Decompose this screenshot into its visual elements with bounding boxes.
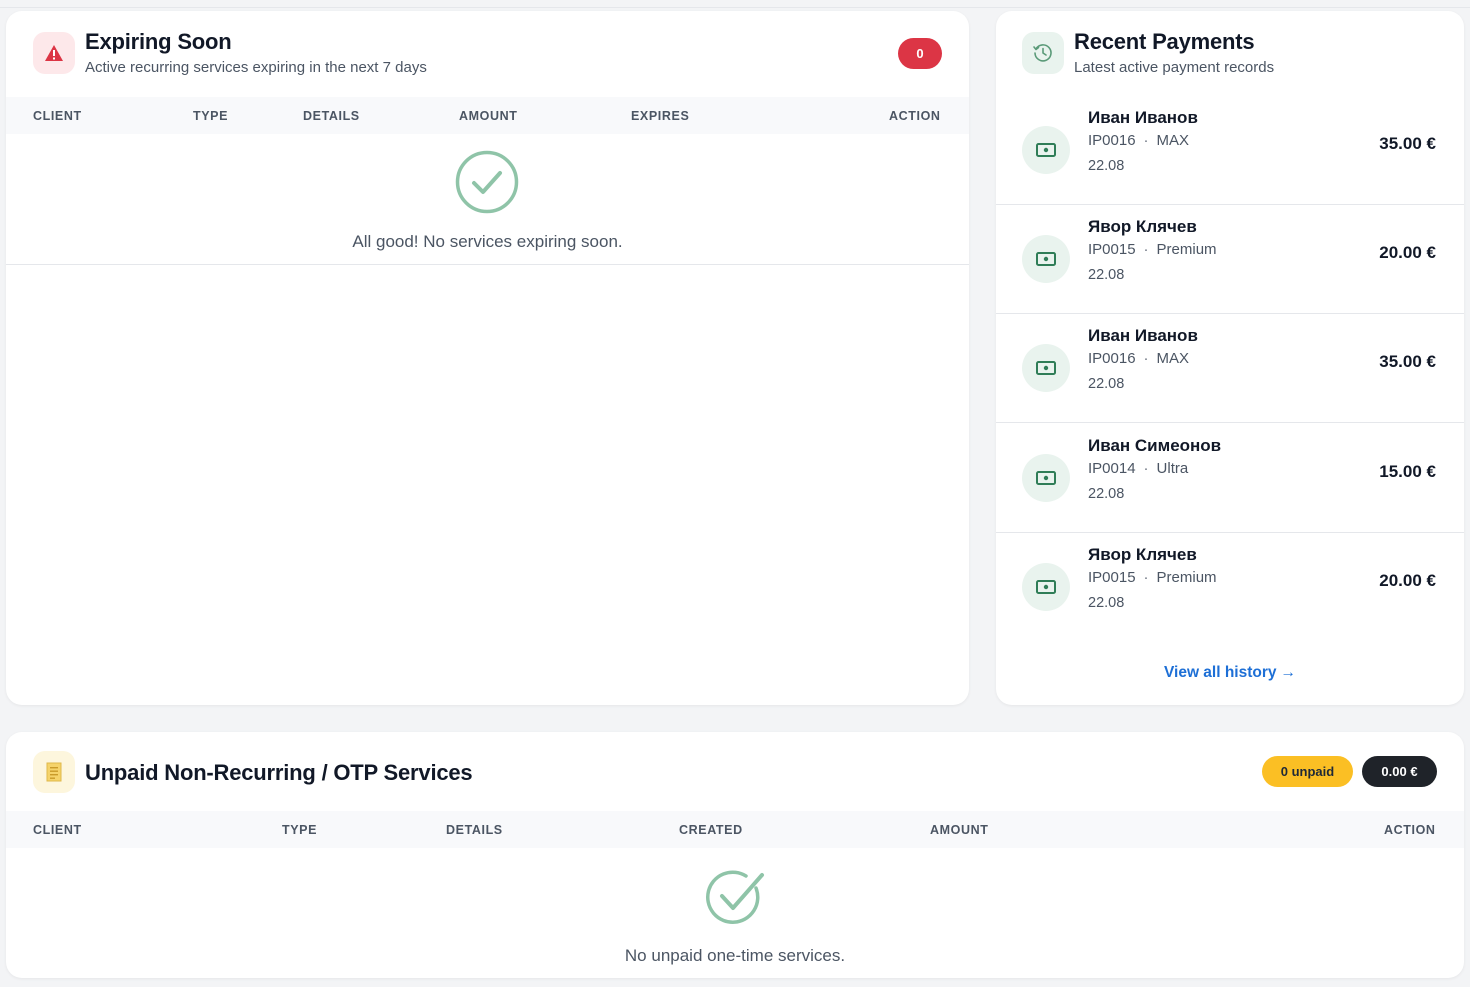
cash-icon: [1022, 126, 1070, 174]
payment-client-code: IP0016: [1088, 132, 1136, 149]
payment-amount: 35.00 €: [1379, 352, 1436, 371]
receipt-icon: [33, 751, 75, 793]
cash-icon: [1022, 563, 1070, 611]
warning-triangle-icon: [33, 32, 75, 74]
unpaid-total-badge: 0.00 €: [1362, 756, 1437, 787]
payment-client-name: Явор Клячев: [1088, 217, 1197, 236]
payment-plan: MAX: [1156, 132, 1190, 149]
payment-meta: IP0014 · Ultra: [1088, 460, 1188, 477]
payment-date: 22.08: [1088, 376, 1125, 392]
column-header-expires: EXPIRES: [631, 109, 690, 123]
expiring-empty-message: All good! No services expiring soon.: [352, 232, 623, 251]
payment-date: 22.08: [1088, 267, 1125, 283]
column-header-type: TYPE: [193, 109, 229, 123]
payment-client-code: IP0015: [1088, 569, 1136, 586]
payment-plan: Premium: [1156, 241, 1217, 258]
payment-plan: MAX: [1156, 350, 1190, 367]
column-header-details: DETAILS: [303, 109, 360, 123]
meta-separator: ·: [1143, 460, 1149, 477]
clock-history-icon: [1022, 32, 1064, 74]
payment-item[interactable]: Иван Симеонов IP0014 · Ultra 22.08 15.00 €: [996, 424, 1464, 533]
cash-icon: [1022, 454, 1070, 502]
payment-plan: Premium: [1156, 569, 1217, 586]
payment-meta: IP0015 · Premium: [1088, 241, 1217, 258]
column-header-amount: AMOUNT: [930, 823, 989, 837]
expiring-soon-card: Expiring Soon Active recurring services …: [6, 11, 969, 705]
payments-title: Recent Payments: [1074, 29, 1255, 54]
column-header-action: ACTION: [889, 109, 941, 123]
payment-client-name: Иван Симеонов: [1088, 436, 1222, 455]
payment-client-name: Явор Клячев: [1088, 545, 1197, 564]
payment-meta: IP0016 · MAX: [1088, 132, 1189, 149]
recent-payments-card: Recent Payments Latest active payment re…: [996, 11, 1464, 705]
expiring-subtitle: Active recurring services expiring in th…: [85, 59, 427, 76]
payment-client-name: Иван Иванов: [1088, 326, 1198, 345]
check-circle-icon: [706, 868, 768, 931]
meta-separator: ·: [1143, 569, 1149, 586]
payments-subtitle: Latest active payment records: [1074, 59, 1275, 76]
column-header-details: DETAILS: [446, 823, 503, 837]
payment-item[interactable]: Иван Иванов IP0016 · MAX 22.08 35.00 €: [996, 314, 1464, 423]
payment-item[interactable]: Явор Клячев IP0015 · Premium 22.08 20.00 €: [996, 205, 1464, 314]
payment-plan: Ultra: [1156, 460, 1189, 477]
payment-date: 22.08: [1088, 595, 1125, 611]
view-all-history-label: View all history: [1163, 664, 1277, 681]
payment-item[interactable]: Иван Иванов IP0016 · MAX 22.08 35.00 €: [996, 96, 1464, 205]
check-circle-icon: [455, 150, 519, 219]
meta-separator: ·: [1143, 350, 1149, 367]
expiring-count-badge: 0: [898, 38, 942, 69]
column-header-action: ACTION: [1384, 823, 1436, 837]
column-header-type: TYPE: [282, 823, 318, 837]
column-header-client: CLIENT: [33, 109, 82, 123]
arrow-right-icon: →: [1280, 664, 1297, 681]
expiring-title: Expiring Soon: [85, 29, 232, 54]
top-border: [0, 0, 1470, 8]
cash-icon: [1022, 235, 1070, 283]
column-header-created: CREATED: [679, 823, 743, 837]
view-all-history-link[interactable]: View all history →: [996, 664, 1464, 682]
meta-separator: ·: [1143, 132, 1149, 149]
payment-amount: 20.00 €: [1379, 243, 1436, 262]
unpaid-title: Unpaid Non-Recurring / OTP Services: [85, 760, 473, 785]
table-bottom-divider: [6, 264, 969, 265]
payment-amount: 35.00 €: [1379, 134, 1436, 153]
payment-client-code: IP0016: [1088, 350, 1136, 367]
payment-client-code: IP0014: [1088, 460, 1136, 477]
cash-icon: [1022, 344, 1070, 392]
unpaid-table-header: CLIENT TYPE DETAILS CREATED AMOUNT ACTIO…: [6, 811, 1464, 848]
column-header-amount: AMOUNT: [459, 109, 518, 123]
payment-date: 22.08: [1088, 158, 1125, 174]
meta-separator: ·: [1143, 241, 1149, 258]
unpaid-count-badge: 0 unpaid: [1262, 756, 1353, 787]
payment-item[interactable]: Явор Клячев IP0015 · Premium 22.08 20.00 €: [996, 533, 1464, 642]
payment-client-name: Иван Иванов: [1088, 108, 1198, 127]
column-header-client: CLIENT: [33, 823, 82, 837]
payment-date: 22.08: [1088, 486, 1125, 502]
payment-amount: 20.00 €: [1379, 571, 1436, 590]
expiring-table-header: CLIENT TYPE DETAILS AMOUNT EXPIRES ACTIO…: [6, 97, 969, 134]
unpaid-services-card: Unpaid Non-Recurring / OTP Services 0 un…: [6, 732, 1464, 978]
payment-meta: IP0016 · MAX: [1088, 350, 1189, 367]
payment-amount: 15.00 €: [1379, 462, 1436, 481]
payment-client-code: IP0015: [1088, 241, 1136, 258]
unpaid-empty-message: No unpaid one-time services.: [624, 946, 846, 965]
payment-meta: IP0015 · Premium: [1088, 569, 1217, 586]
